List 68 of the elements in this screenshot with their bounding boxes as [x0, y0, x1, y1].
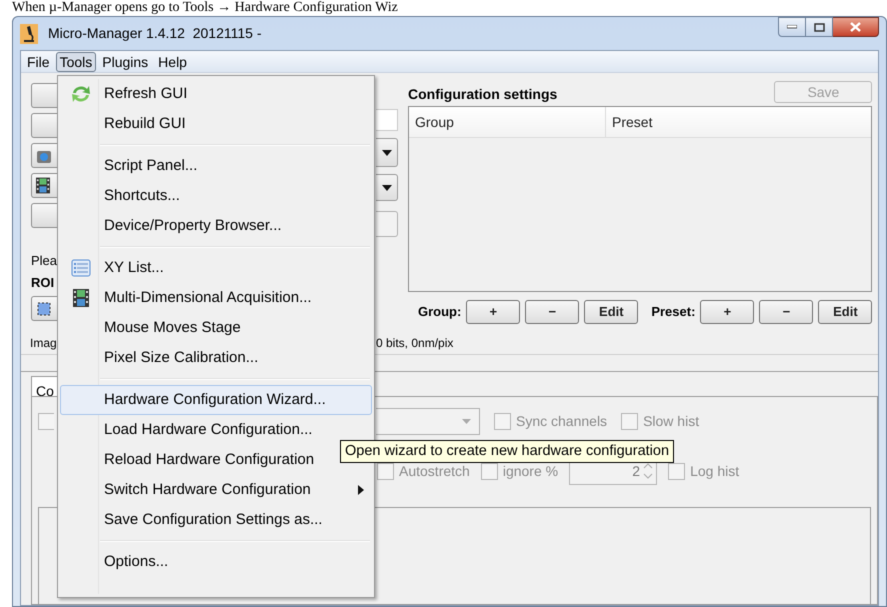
close-button[interactable] [833, 17, 879, 37]
image-info: 0 bits, 0nm/pix [376, 334, 454, 352]
roi-icon [36, 300, 52, 316]
text-field[interactable] [376, 109, 398, 131]
checkbox[interactable] [621, 412, 638, 430]
window-title: Micro-Manager 1.4.12 20121115 - [48, 24, 262, 43]
caret-icon [462, 418, 471, 424]
menu-item[interactable]: XY List... [60, 253, 372, 283]
panel-button[interactable]: Edit [818, 300, 872, 324]
toolbar-button[interactable] [31, 296, 58, 321]
checkbox-label: Autostretch [399, 462, 470, 480]
menu-item[interactable]: Options... [60, 547, 372, 577]
menu-item[interactable]: Refresh GUI [60, 79, 372, 109]
checkbox-label: Slow hist [643, 412, 700, 430]
checkbox[interactable] [480, 462, 498, 480]
column-header[interactable]: Preset [606, 107, 872, 137]
menu-item[interactable]: Rebuild GUI [60, 109, 372, 139]
menu-item[interactable]: Device/Property Browser... [60, 211, 372, 241]
panel-label: ROI [31, 275, 56, 291]
dropdown[interactable] [376, 138, 398, 167]
minimize-button[interactable] [778, 17, 806, 37]
checkbox-label: Log hist [690, 462, 740, 481]
dropdown[interactable] [376, 174, 398, 201]
menu-item[interactable]: Save Configuration Settings as... [60, 505, 372, 535]
panel-button[interactable]: + [700, 300, 754, 324]
section-title: Configuration settings [408, 85, 558, 103]
menu-bar-item[interactable]: Help [154, 52, 191, 72]
close-icon [850, 22, 861, 32]
menu-item[interactable]: Hardware Configuration Wizard... [60, 385, 372, 415]
toolbar-button[interactable] [31, 173, 58, 198]
panel-button[interactable]: − [759, 300, 814, 324]
menu-bar-item[interactable]: File [23, 52, 54, 72]
spinner-value: 2 [632, 462, 642, 480]
menu-item[interactable]: Script Panel... [60, 151, 372, 181]
maximize-button[interactable] [806, 17, 833, 37]
list-icon [71, 259, 91, 277]
caret-icon [382, 150, 392, 156]
panel-label: Plea [31, 253, 58, 269]
checkbox[interactable] [38, 412, 54, 430]
maximize-icon [814, 22, 824, 32]
group-label: Group: [418, 303, 462, 322]
refresh-icon [70, 84, 92, 104]
menu-bar-item[interactable]: Plugins [98, 52, 152, 72]
checkbox[interactable] [494, 412, 511, 430]
checkbox[interactable] [377, 462, 394, 480]
menu-bar-item[interactable]: Tools [56, 52, 96, 72]
column-header[interactable]: Group [409, 107, 606, 137]
menu-item[interactable]: Shortcuts... [60, 181, 372, 211]
text-field[interactable] [376, 211, 398, 237]
menu-item[interactable]: Switch Hardware Configuration [60, 475, 372, 505]
panel-button[interactable]: − [525, 300, 580, 324]
film-strip-icon [73, 289, 89, 307]
preset-label: Preset: [651, 303, 696, 322]
film-strip-icon [36, 177, 50, 194]
panel-button[interactable]: Edit [584, 300, 638, 324]
caret-icon [382, 184, 392, 190]
microscope-icon [20, 24, 38, 44]
menu-item[interactable]: Multi-Dimensional Acquisition... [60, 283, 372, 313]
document-text: When µ-Manager opens go to Tools → Hardware Configuration Wiz [11, 0, 399, 16]
panel-button[interactable]: + [466, 300, 520, 324]
menu-item[interactable]: Mouse Moves Stage [60, 313, 372, 343]
checkbox-label: ignore % [502, 462, 558, 481]
tooltip: Open wizard to create new hardware configuration [340, 440, 674, 463]
checkbox-label: Sync channels [516, 412, 608, 431]
minimize-icon [787, 25, 797, 29]
checkbox[interactable] [668, 462, 686, 480]
menu-item[interactable]: Pixel Size Calibration... [60, 343, 372, 373]
image-label: Imag [30, 334, 58, 352]
